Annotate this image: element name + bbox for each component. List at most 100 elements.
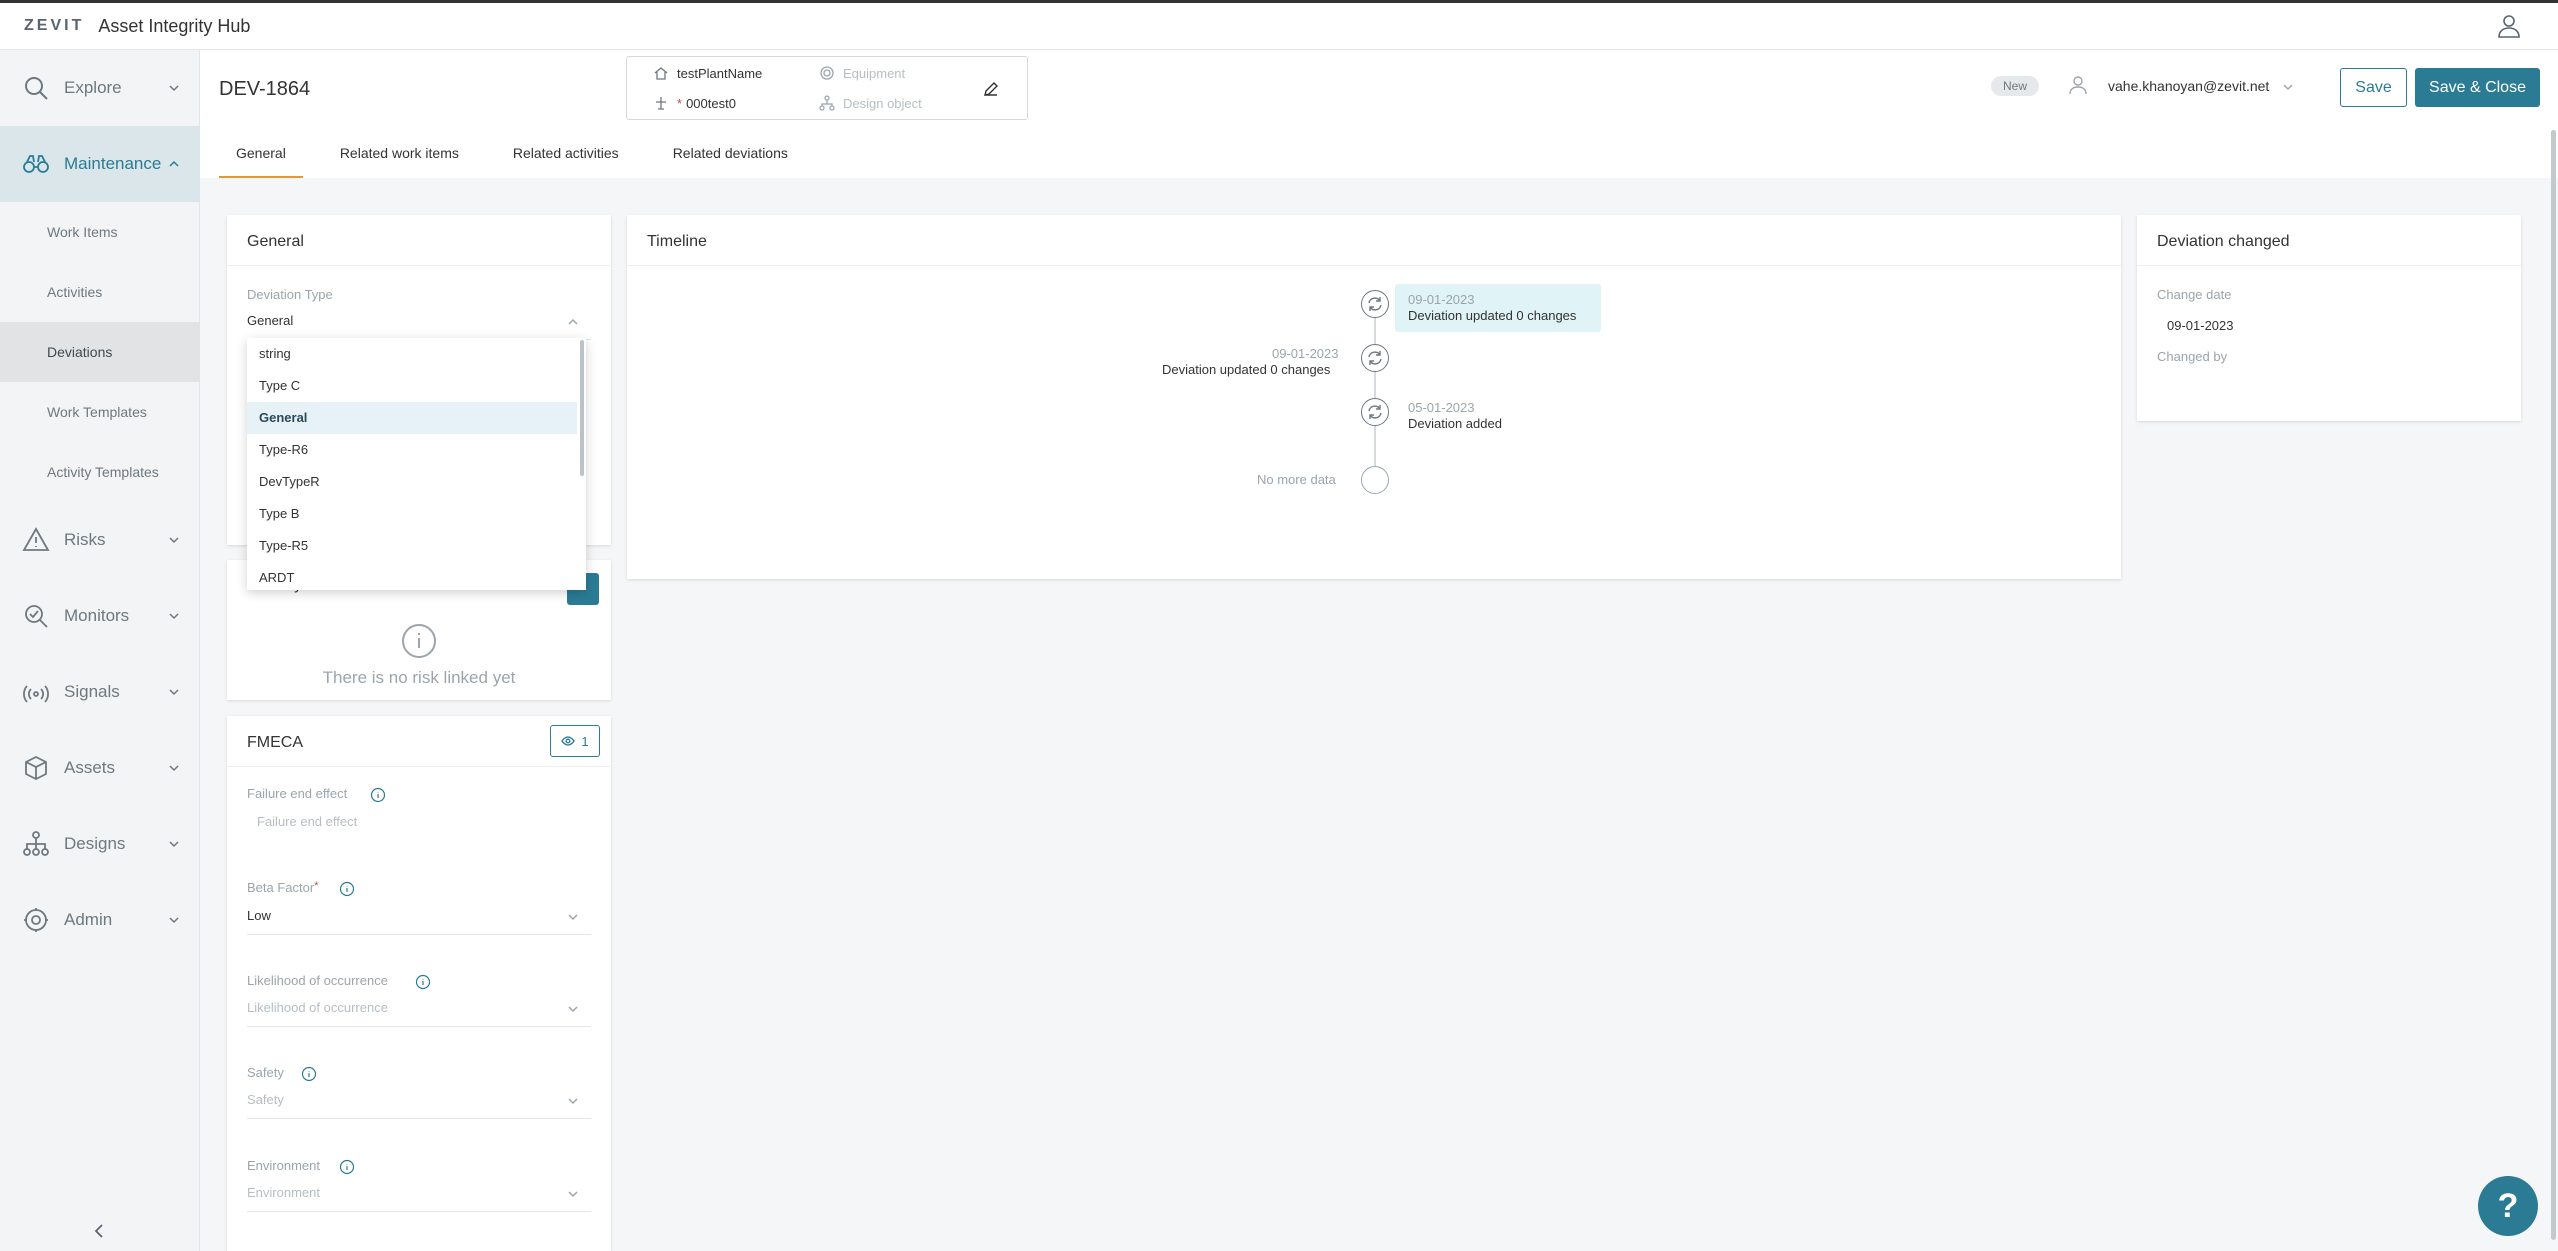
likelihood-select[interactable]: Likelihood of occurrence (247, 1000, 388, 1015)
dropdown-option[interactable]: Type B (247, 498, 577, 530)
tab-related-deviations[interactable]: Related deviations (656, 138, 805, 178)
sidebar-item-monitors[interactable]: Monitors (0, 578, 200, 654)
chevron-down-icon (169, 917, 179, 924)
page-header: DEV-1864 testPlantName Equipment * 000te… (200, 50, 2558, 178)
save-button[interactable]: Save (2340, 68, 2407, 107)
user-icon (2069, 76, 2087, 95)
binoculars-icon (23, 155, 49, 173)
sidebar-subitem-activity-templates[interactable]: Activity Templates (0, 442, 200, 502)
change-date-label: Change date (2157, 287, 2232, 302)
timeline-node (1361, 344, 1389, 372)
sidebar-item-admin[interactable]: Admin (0, 882, 200, 958)
field-underline (247, 1118, 591, 1119)
failure-end-effect-input[interactable]: Failure end effect (257, 814, 357, 829)
tab-related-activities[interactable]: Related activities (496, 138, 636, 178)
search-icon (25, 77, 48, 100)
sidebar-subitem-work-templates[interactable]: Work Templates (0, 382, 200, 442)
info-icon[interactable] (339, 881, 355, 897)
timeline-date: 09-01-2023 (1408, 292, 1475, 307)
divider (227, 766, 611, 767)
safety-select[interactable]: Safety (247, 1092, 284, 1107)
fmeca-card: FMECA 1 Failure end effect Failure end e… (227, 716, 611, 1251)
sidebar-subitem-label: Work Items (47, 224, 118, 240)
edit-icon[interactable] (981, 79, 1001, 99)
app-title: Asset Integrity Hub (98, 15, 251, 36)
hierarchy-icon (23, 831, 49, 856)
signal-icon (23, 685, 49, 703)
page-scrollbar[interactable] (2551, 130, 2556, 1240)
sidebar-item-label: Signals (64, 682, 120, 701)
chevron-up-icon[interactable] (567, 316, 579, 328)
info-icon[interactable] (301, 1066, 317, 1082)
chevron-down-icon[interactable] (567, 1003, 579, 1015)
dropdown-option[interactable]: Type-R6 (247, 434, 577, 466)
field-underline (247, 1211, 591, 1212)
warning-icon (22, 527, 50, 551)
chevron-down-icon[interactable] (567, 911, 579, 923)
timeline-text: Deviation updated 0 changes (1162, 362, 1331, 377)
chevron-down-icon (169, 689, 179, 696)
divider (627, 265, 2121, 266)
refresh-icon (1368, 405, 1382, 419)
divider (227, 265, 611, 266)
tab-related-work-items[interactable]: Related work items (323, 138, 476, 178)
save-and-close-button[interactable]: Save & Close (2415, 68, 2540, 107)
plant-name: testPlantName (677, 65, 763, 81)
chevron-down-icon (169, 841, 179, 848)
info-icon[interactable] (370, 787, 386, 803)
info-icon[interactable] (415, 974, 431, 990)
info-icon[interactable] (339, 1159, 355, 1175)
card-title: Timeline (647, 233, 707, 250)
sidebar-item-maintenance[interactable]: Maintenance (0, 126, 200, 202)
field-underline (247, 1026, 591, 1027)
info-icon (402, 624, 436, 658)
changed-by-label: Changed by (2157, 349, 2228, 364)
chevron-down-icon (169, 613, 179, 620)
tab-general[interactable]: General (219, 138, 303, 178)
environment-select[interactable]: Environment (247, 1185, 320, 1200)
status-badge: New (1991, 76, 2040, 96)
system-context: * 000test0 (653, 95, 736, 111)
help-button[interactable]: ? (2478, 1176, 2538, 1236)
sidebar-subitem-label: Deviations (47, 344, 113, 360)
sidebar-subitem-deviations[interactable]: Deviations (0, 322, 200, 382)
user-email[interactable]: vahe.khanoyan@zevit.net (2108, 78, 2269, 94)
sidebar-item-explore[interactable]: Explore (0, 50, 200, 126)
deviation-changed-card: Deviation changed Change date 09-01-2023… (2137, 215, 2521, 421)
beta-factor-select[interactable]: Low (247, 908, 271, 923)
dropdown-scrollbar[interactable] (580, 340, 584, 476)
sidebar-subitem-work-items[interactable]: Work Items (0, 202, 200, 262)
equipment-icon (820, 66, 834, 80)
views-button[interactable]: 1 (550, 725, 600, 757)
change-date-value: 09-01-2023 (2167, 318, 2234, 333)
beta-factor-label: Beta Factor* (247, 880, 318, 895)
collapse-sidebar-icon[interactable] (90, 1222, 108, 1240)
sidebar-subitem-activities[interactable]: Activities (0, 262, 200, 322)
sidebar-item-assets[interactable]: Assets (0, 730, 200, 806)
cube-icon (25, 755, 47, 781)
sidebar-subitem-label: Work Templates (47, 404, 147, 420)
context-selector[interactable]: testPlantName Equipment * 000test0 Desig… (626, 56, 1028, 120)
dropdown-option[interactable]: string (247, 338, 577, 370)
deviation-type-dropdown[interactable]: string Type C General Type-R6 DevTypeR T… (247, 338, 586, 590)
user-profile-icon[interactable] (2496, 13, 2522, 39)
dropdown-option[interactable]: ARDT (247, 562, 577, 590)
design-context: Design object (819, 95, 922, 111)
chevron-down-icon[interactable] (567, 1095, 579, 1107)
sidebar-item-risks[interactable]: Risks (0, 502, 200, 578)
sidebar-item-designs[interactable]: Designs (0, 806, 200, 882)
page-title: DEV-1864 (219, 78, 311, 100)
chevron-down-icon[interactable] (567, 1188, 579, 1200)
refresh-icon (1368, 351, 1382, 365)
brand-logo: ZEVIT (24, 17, 85, 34)
deviation-type-select[interactable]: General (247, 313, 293, 328)
dropdown-option[interactable]: Type-R5 (247, 530, 577, 562)
sidebar-item-label: Explore (64, 78, 122, 97)
card-title: FMECA (247, 734, 303, 751)
chevron-down-icon[interactable] (2282, 81, 2294, 93)
dropdown-option-selected[interactable]: General (247, 402, 577, 434)
sidebar-item-signals[interactable]: Signals (0, 654, 200, 730)
dropdown-option[interactable]: Type C (247, 370, 577, 402)
dropdown-option[interactable]: DevTypeR (247, 466, 577, 498)
likelihood-label: Likelihood of occurrence (247, 973, 388, 988)
